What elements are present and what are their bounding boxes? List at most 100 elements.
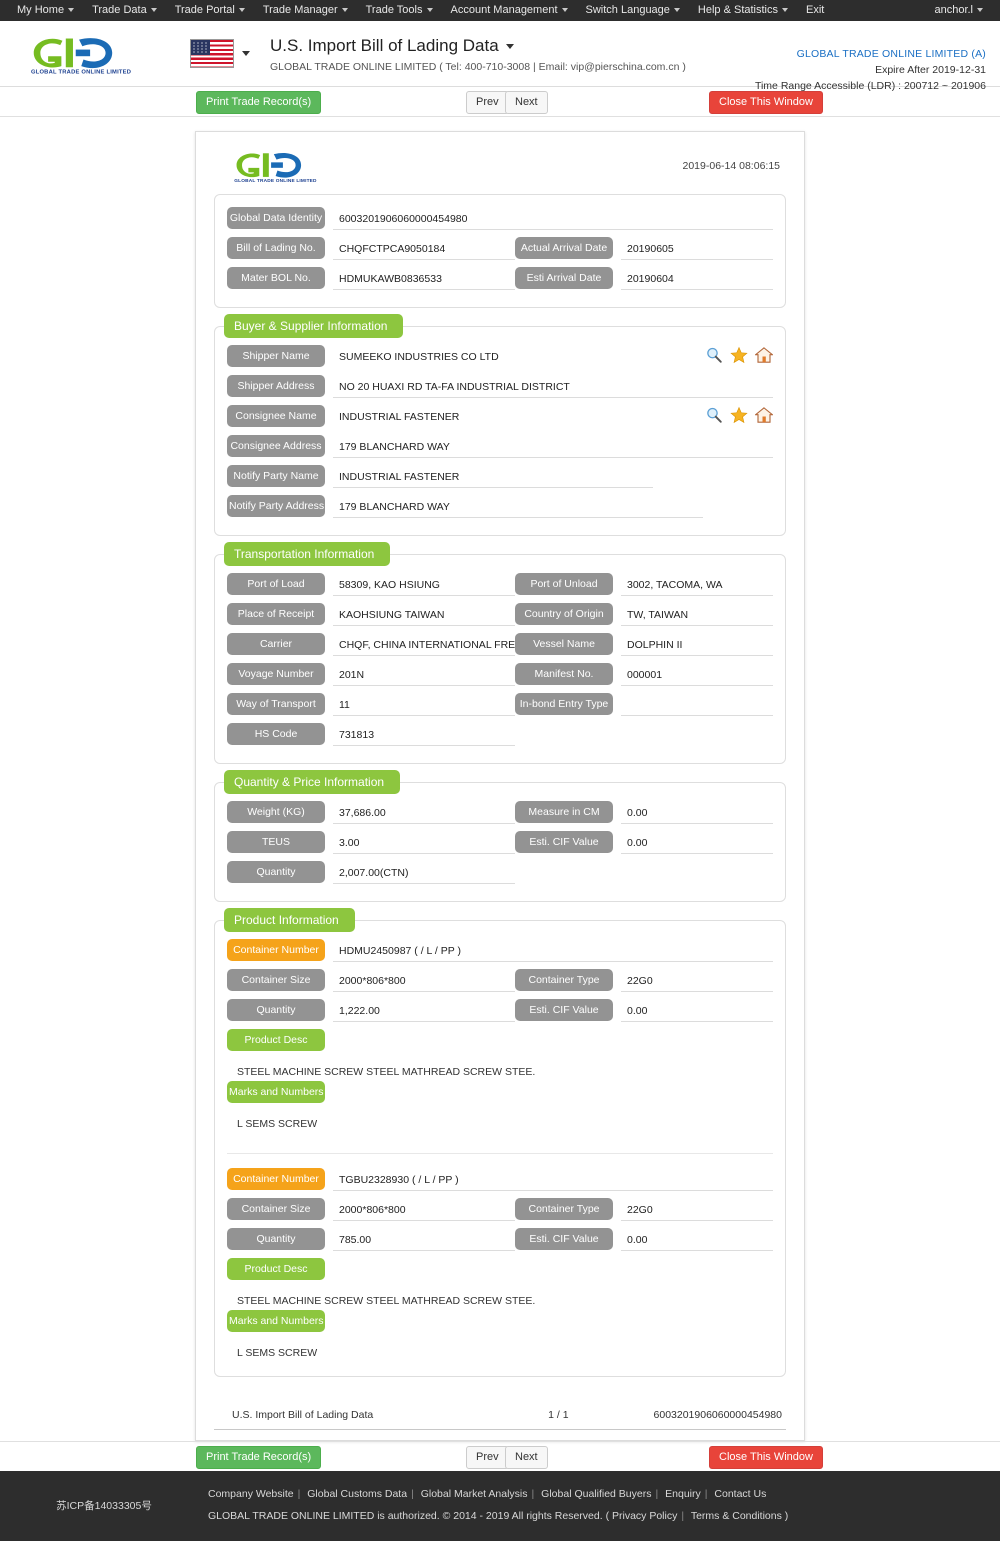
nav-item-exit[interactable]: Exit bbox=[797, 0, 833, 21]
user-menu[interactable]: anchor.l bbox=[925, 0, 992, 21]
next-button-bottom[interactable]: Next bbox=[505, 1446, 548, 1469]
print-trade-records-button-bottom[interactable]: Print Trade Record(s) bbox=[196, 1446, 322, 1469]
field-value-container-number: TGBU2328930 ( / L / PP ) bbox=[333, 1169, 773, 1191]
nav-item-account-management[interactable]: Account Management bbox=[442, 0, 577, 21]
product-information-panel: Product Information Container Number HDM… bbox=[214, 908, 786, 1377]
separator: | bbox=[297, 1488, 301, 1500]
field-label-esti-arrival-date: Esti Arrival Date bbox=[515, 267, 613, 289]
field-group: Quantity 785.00 bbox=[227, 1228, 515, 1251]
chevron-down-icon bbox=[673, 8, 680, 13]
print-trade-records-button[interactable]: Print Trade Record(s) bbox=[196, 91, 322, 114]
field-group: Weight (KG) 37,686.00 bbox=[227, 801, 515, 824]
field-row: Quantity 785.00 Esti. CIF Value 0.00 bbox=[227, 1228, 773, 1251]
field-value-actual-arrival-date: 20190605 bbox=[621, 238, 773, 260]
field-value-weight-kg: 37,686.00 bbox=[333, 802, 515, 824]
field-row: Product Desc bbox=[227, 1029, 773, 1051]
field-group: Voyage Number 201N bbox=[227, 663, 515, 686]
field-group: Shipper Name SUMEEKO INDUSTRIES CO LTD bbox=[227, 345, 773, 368]
nav-item-trade-data[interactable]: Trade Data bbox=[83, 0, 166, 21]
field-group: Esti. CIF Value 0.00 bbox=[515, 1228, 773, 1251]
field-group: Notify Party Name INDUSTRIAL FASTENER bbox=[227, 465, 773, 488]
star-icon[interactable] bbox=[730, 346, 748, 364]
field-value-manifest-no: 000001 bbox=[621, 664, 773, 686]
field-row: Consignee Name INDUSTRIAL FASTENER bbox=[227, 405, 773, 428]
separator: | bbox=[681, 1510, 685, 1522]
nav-item-help-statistics[interactable]: Help & Statistics bbox=[689, 0, 797, 21]
account-name[interactable]: GLOBAL TRADE ONLINE LIMITED (A) bbox=[755, 46, 986, 62]
field-value-port-of-unload: 3002, TACOMA, WA bbox=[621, 574, 773, 596]
field-label-measure-in-cm: Measure in CM bbox=[515, 801, 613, 823]
marks-and-numbers-text: L SEMS SCREW bbox=[237, 1118, 318, 1130]
footer-link-global-market-analysis[interactable]: Global Market Analysis bbox=[421, 1488, 528, 1500]
star-icon[interactable] bbox=[730, 406, 748, 424]
chevron-down-icon bbox=[238, 8, 245, 13]
field-label-consignee-name: Consignee Name bbox=[227, 405, 325, 427]
field-group: Quantity 2,007.00(CTN) bbox=[227, 861, 515, 884]
product-item: Container Number TGBU2328930 ( / L / PP … bbox=[227, 1168, 773, 1366]
field-label-place-of-receipt: Place of Receipt bbox=[227, 603, 325, 625]
footer-link-contact-us[interactable]: Contact Us bbox=[714, 1488, 766, 1500]
field-value-product-cif-value: 0.00 bbox=[621, 1000, 773, 1022]
field-group: Quantity 1,222.00 bbox=[227, 999, 515, 1022]
footer-copyright-row: GLOBAL TRADE ONLINE LIMITED is authorize… bbox=[208, 1505, 1000, 1527]
home-icon[interactable] bbox=[755, 346, 773, 364]
field-value-mater-bol-no: HDMUKAWB0836533 bbox=[333, 268, 515, 290]
close-window-button[interactable]: Close This Window bbox=[709, 91, 823, 114]
field-value-container-number: HDMU2450987 ( / L / PP ) bbox=[333, 940, 773, 962]
search-icon[interactable] bbox=[705, 346, 723, 364]
nav-item-trade-tools[interactable]: Trade Tools bbox=[357, 0, 442, 21]
field-label-quantity: Quantity bbox=[227, 861, 325, 883]
footer-link-company-website[interactable]: Company Website bbox=[208, 1488, 294, 1500]
field-group: Esti. CIF Value 0.00 bbox=[515, 831, 773, 854]
field-row: Container Size 2000*806*800 Container Ty… bbox=[227, 1198, 773, 1221]
prev-button-bottom[interactable]: Prev bbox=[466, 1446, 509, 1469]
field-group: Container Number TGBU2328930 ( / L / PP … bbox=[227, 1168, 773, 1191]
nav-label: Trade Data bbox=[92, 4, 147, 16]
field-row: Container Size 2000*806*800 Container Ty… bbox=[227, 969, 773, 992]
nav-item-my-home[interactable]: My Home bbox=[8, 0, 83, 21]
next-button[interactable]: Next bbox=[505, 91, 548, 114]
field-row: Quantity 1,222.00 Esti. CIF Value 0.00 bbox=[227, 999, 773, 1022]
field-label-teus: TEUS bbox=[227, 831, 325, 853]
field-value-in-bond-entry-type bbox=[621, 694, 773, 716]
field-row: Product Desc bbox=[227, 1258, 773, 1280]
document-area: GLOBAL TRADE ONLINE LIMITED 2019-06-14 0… bbox=[0, 117, 1000, 1441]
search-icon[interactable] bbox=[705, 406, 723, 424]
field-row: Container Number HDMU2450987 ( / L / PP … bbox=[227, 939, 773, 962]
field-group: Manifest No. 000001 bbox=[515, 663, 773, 686]
nav-label: Help & Statistics bbox=[697, 4, 779, 16]
field-value-way-of-transport: 11 bbox=[333, 694, 515, 716]
sheet-footer-page: 1 / 1 bbox=[548, 1409, 569, 1421]
field-value-port-of-load: 58309, KAO HSIUNG bbox=[333, 574, 515, 596]
nav-item-trade-portal[interactable]: Trade Portal bbox=[166, 0, 254, 21]
page-title[interactable]: U.S. Import Bill of Lading Data bbox=[270, 35, 686, 57]
nav-item-trade-manager[interactable]: Trade Manager bbox=[254, 0, 357, 21]
user-name: anchor.l bbox=[934, 4, 973, 16]
chevron-down-icon bbox=[68, 8, 75, 13]
field-row: Weight (KG) 37,686.00 Measure in CM 0.00 bbox=[227, 801, 773, 824]
field-group: Mater BOL No. HDMUKAWB0836533 bbox=[227, 267, 515, 290]
field-label-product-quantity: Quantity bbox=[227, 1228, 325, 1250]
field-label-country-of-origin: Country of Origin bbox=[515, 603, 613, 625]
brand-logo[interactable]: GLOBAL TRADE ONLINE LIMITED bbox=[14, 33, 164, 75]
field-group: Way of Transport 11 bbox=[227, 693, 515, 716]
footer-link-global-qualified-buyers[interactable]: Global Qualified Buyers bbox=[541, 1488, 651, 1500]
page-footer: 苏ICP备14033305号 Company Website | Global C… bbox=[0, 1471, 1000, 1541]
nav-item-switch-language[interactable]: Switch Language bbox=[577, 0, 689, 21]
nav-label: Trade Portal bbox=[174, 4, 235, 16]
home-icon[interactable] bbox=[755, 406, 773, 424]
field-value-place-of-receipt: KAOHSIUNG TAIWAN bbox=[333, 604, 515, 626]
footer-link-terms-conditions[interactable]: Terms & Conditions bbox=[691, 1510, 782, 1522]
field-row: Global Data Identity 6003201906060000454… bbox=[227, 207, 773, 230]
field-value-teus: 3.00 bbox=[333, 832, 515, 854]
field-label-shipper-name: Shipper Name bbox=[227, 345, 325, 367]
country-selector[interactable] bbox=[190, 39, 250, 68]
prev-button[interactable]: Prev bbox=[466, 91, 509, 114]
footer-link-enquiry[interactable]: Enquiry bbox=[665, 1488, 701, 1500]
footer-link-privacy-policy[interactable]: Privacy Policy bbox=[612, 1510, 677, 1522]
field-group: Global Data Identity 6003201906060000454… bbox=[227, 207, 773, 230]
field-value-consignee-address: 179 BLANCHARD WAY bbox=[333, 436, 773, 458]
close-window-button-bottom[interactable]: Close This Window bbox=[709, 1446, 823, 1469]
page-header: GLOBAL TRADE ONLINE LIMITED U.S. Import … bbox=[0, 21, 1000, 92]
footer-link-global-customs-data[interactable]: Global Customs Data bbox=[307, 1488, 407, 1500]
